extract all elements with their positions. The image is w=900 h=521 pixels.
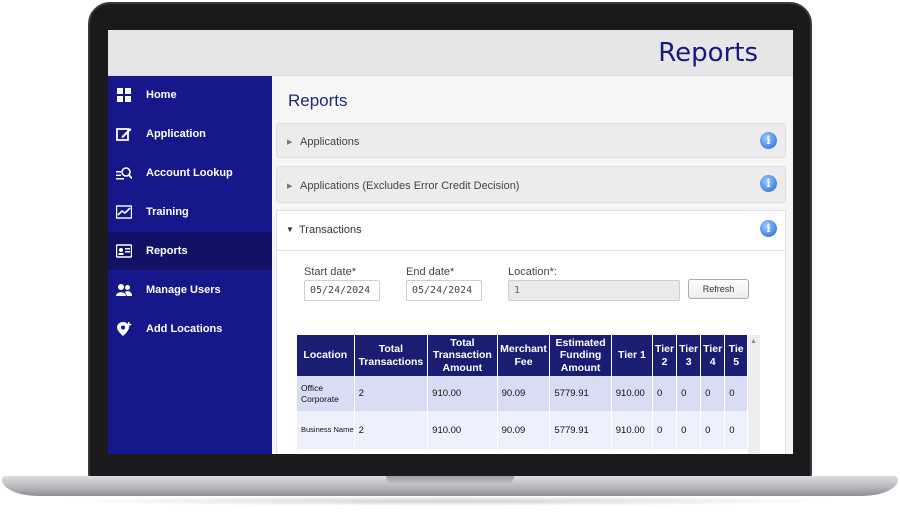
transactions-table: Location Total Transactions Total Transa… — [297, 335, 748, 449]
sidebar-item-account-lookup[interactable]: Account Lookup — [108, 154, 272, 192]
table-row[interactable]: Business Name 2 910.00 90.09 5779.91 910… — [297, 411, 748, 449]
table-scrollbar[interactable]: ▲ — [748, 335, 760, 454]
chevron-down-icon: ▼ — [286, 225, 294, 234]
table-cell: 0 — [676, 411, 702, 449]
table-row[interactable]: Office Corporate 2 910.00 90.09 5779.91 … — [297, 376, 748, 411]
column-header[interactable]: Location — [297, 335, 355, 376]
info-icon[interactable]: i — [760, 132, 777, 149]
table-cell: 90.09 — [497, 376, 551, 411]
sidebar-item-home[interactable]: Home — [108, 76, 272, 114]
sidebar-item-label: Reports — [146, 245, 188, 257]
table-cell-location: Office Corporate — [297, 376, 355, 411]
table-cell: 0 — [700, 376, 726, 411]
page-title: Reports — [288, 91, 348, 110]
sidebar-item-label: Add Locations — [146, 323, 223, 335]
panel-transactions-header[interactable]: ▼ Transactions i — [277, 211, 785, 251]
top-bar: Reports — [108, 30, 793, 76]
scroll-up-icon[interactable]: ▲ — [750, 338, 757, 345]
column-header[interactable]: Tier 3 — [676, 335, 702, 376]
sidebar-item-add-locations[interactable]: Add Locations — [108, 310, 272, 348]
end-date-input[interactable]: 05/24/2024 — [406, 280, 482, 301]
table-cell: 910.00 — [611, 411, 654, 449]
panel-title: Applications (Excludes Error Credit Deci… — [300, 180, 520, 192]
page-header-title: Reports — [658, 38, 758, 68]
chart-icon — [116, 205, 132, 219]
laptop-shadow — [60, 496, 840, 506]
column-header[interactable]: Tie 5 — [724, 335, 748, 376]
table-cell-location: Business Name — [297, 411, 355, 449]
sidebar-item-label: Application — [146, 128, 206, 140]
column-header[interactable]: Tier 4 — [700, 335, 726, 376]
sidebar-item-training[interactable]: Training — [108, 193, 272, 231]
table-cell: 0 — [652, 411, 678, 449]
table-cell: 0 — [724, 411, 748, 449]
column-header[interactable]: Total Transaction Amount — [427, 335, 498, 376]
info-icon[interactable]: i — [760, 175, 777, 192]
panel-applications[interactable]: ▶ Applications i — [276, 123, 786, 158]
panel-title: Transactions — [299, 224, 362, 236]
app-screen: Reports Home Application Account Lookup — [108, 30, 793, 454]
id-card-icon — [116, 244, 132, 258]
chevron-right-icon: ▶ — [287, 139, 293, 146]
users-icon — [116, 284, 132, 296]
column-header[interactable]: Tier 2 — [652, 335, 678, 376]
info-icon[interactable]: i — [760, 220, 777, 237]
main-content: Reports ▶ Applications i ▶ Applications … — [272, 76, 793, 454]
sidebar-item-label: Training — [146, 206, 189, 218]
table-cell: 2 — [354, 376, 429, 411]
sidebar-item-label: Manage Users — [146, 284, 221, 296]
table-cell: 0 — [676, 376, 702, 411]
table-cell: 0 — [700, 411, 726, 449]
location-label: Location*: — [508, 266, 557, 278]
table-cell: 90.09 — [497, 411, 551, 449]
table-cell: 5779.91 — [549, 376, 612, 411]
table-cell: 0 — [652, 376, 678, 411]
start-date-input[interactable]: 05/24/2024 — [304, 280, 380, 301]
location-pin-icon — [117, 322, 132, 336]
column-header[interactable]: Merchant Fee — [497, 335, 551, 376]
column-header[interactable]: Tier 1 — [611, 335, 654, 376]
column-header[interactable]: Total Transactions — [354, 335, 429, 376]
table-header-row: Location Total Transactions Total Transa… — [297, 335, 748, 376]
sidebar-item-application[interactable]: Application — [108, 115, 272, 153]
sidebar-item-label: Account Lookup — [146, 167, 233, 179]
panel-title: Applications — [300, 136, 360, 148]
panel-applications-excludes-error[interactable]: ▶ Applications (Excludes Error Credit De… — [276, 166, 786, 203]
table-cell: 2 — [354, 411, 429, 449]
table-cell: 5779.91 — [549, 411, 612, 449]
end-date-label: End date* — [406, 266, 455, 278]
sidebar-item-manage-users[interactable]: Manage Users — [108, 271, 272, 309]
start-date-label: Start date* — [304, 266, 356, 278]
table-cell: 0 — [724, 376, 748, 411]
sidebar-item-reports[interactable]: Reports — [108, 232, 272, 270]
grid-icon — [117, 88, 131, 102]
search-list-icon — [116, 167, 132, 180]
column-header[interactable]: Estimated Funding Amount — [549, 335, 612, 376]
refresh-button[interactable]: Refresh — [688, 279, 749, 299]
sidebar-item-label: Home — [146, 89, 177, 101]
table-cell: 910.00 — [427, 411, 498, 449]
chevron-right-icon: ▶ — [287, 183, 293, 190]
transactions-table-wrapper: Location Total Transactions Total Transa… — [297, 335, 748, 454]
panel-transactions: ▼ Transactions i Start date* 05/24/2024 … — [276, 210, 786, 454]
location-input[interactable]: 1 — [508, 280, 680, 301]
edit-icon — [116, 128, 132, 141]
laptop-notch — [386, 476, 514, 485]
table-cell: 910.00 — [611, 376, 654, 411]
table-cell: 910.00 — [427, 376, 498, 411]
sidebar: Home Application Account Lookup Training — [108, 76, 272, 454]
